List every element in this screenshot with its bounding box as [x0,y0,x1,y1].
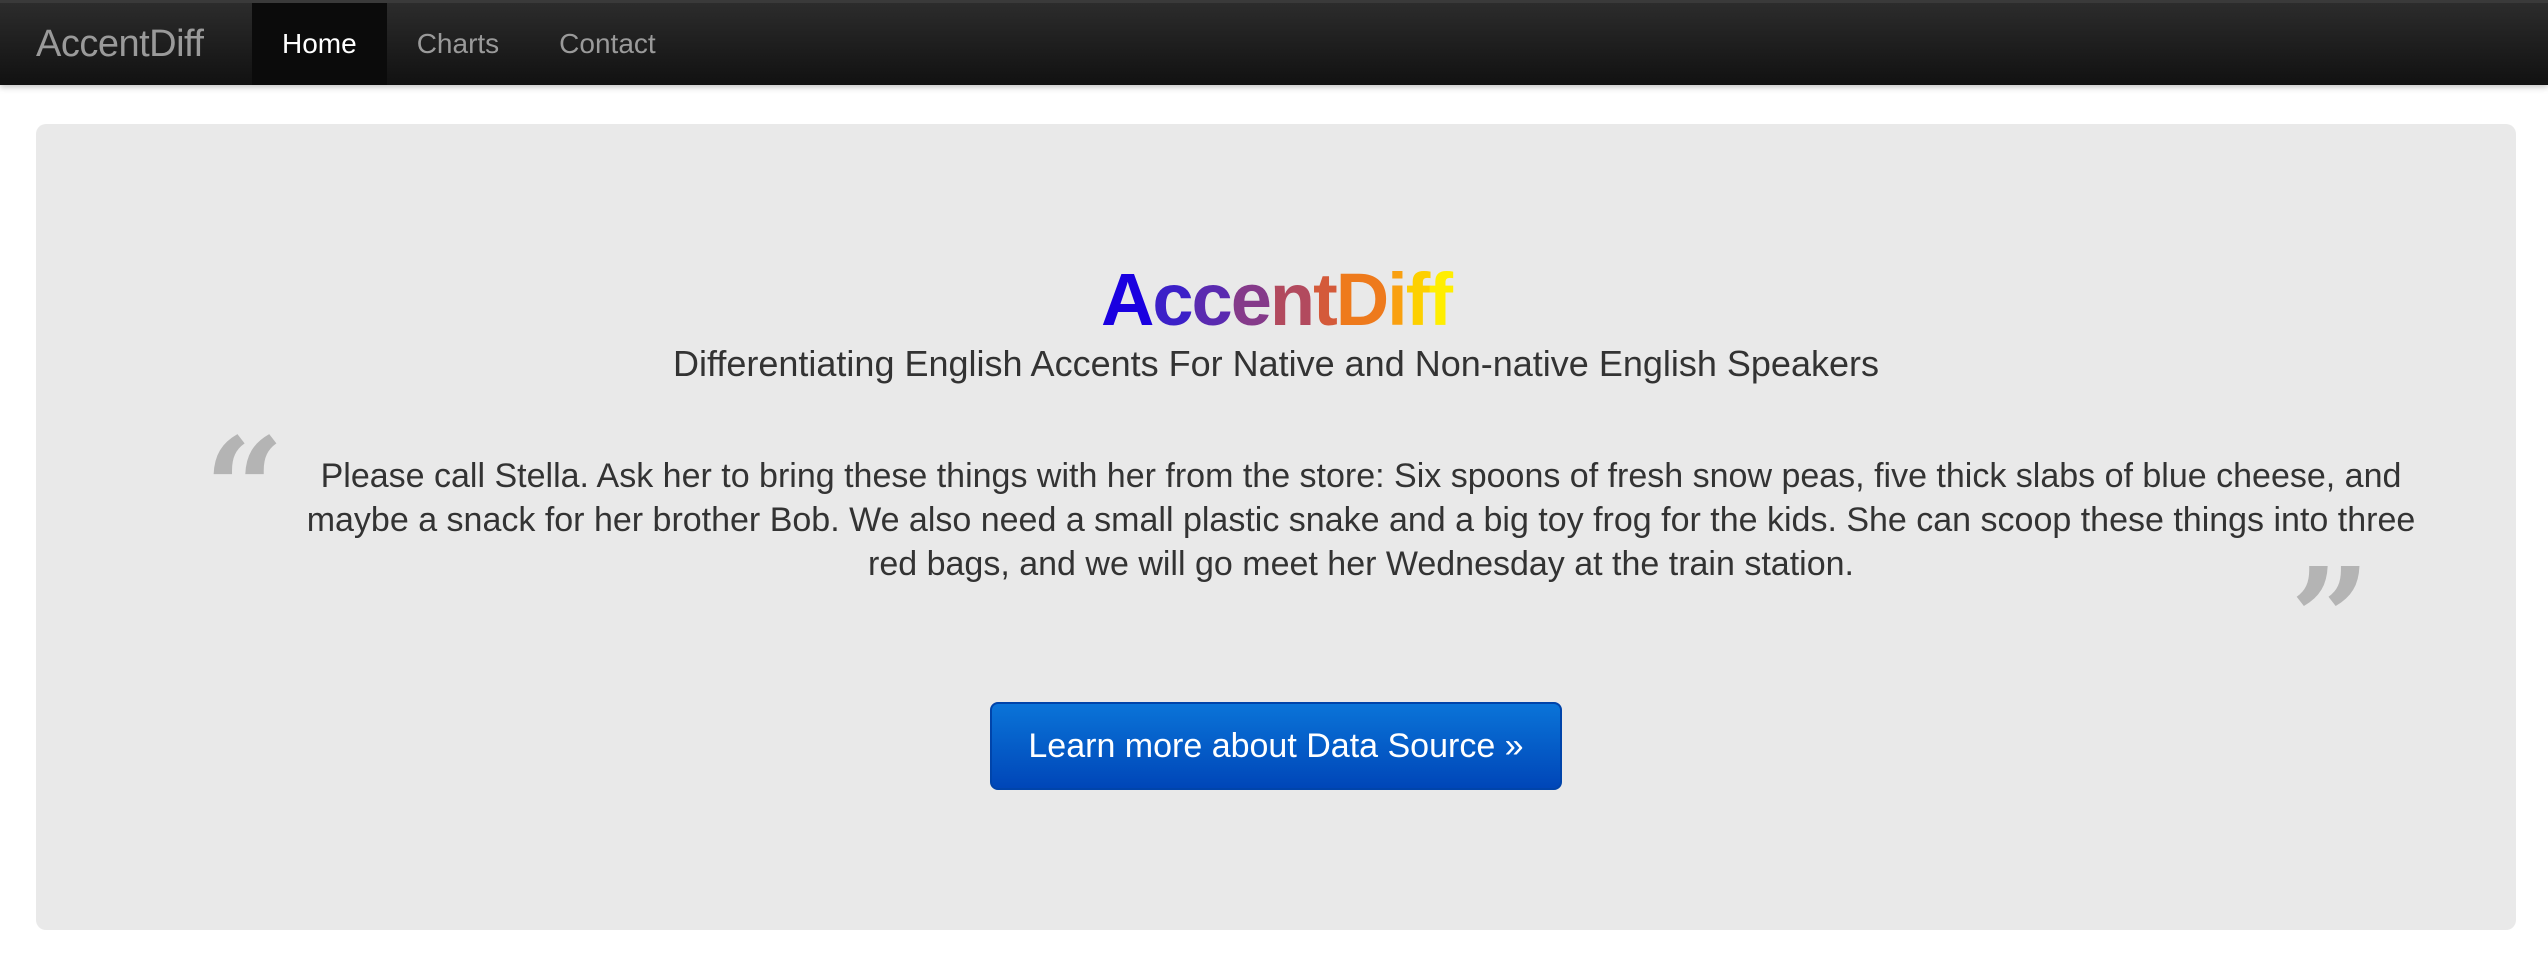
logo-letter: D [1335,258,1389,341]
brand-link[interactable]: AccentDiff [36,3,204,85]
logo-letter: e [1230,258,1272,341]
sample-quote-text: Please call Stella. Ask her to bring the… [306,457,2416,583]
learn-more-button[interactable]: Learn more about Data Source » [990,702,1562,790]
close-quote-icon: ” [2290,538,2371,702]
logo-letter: f [1405,258,1431,341]
open-quote-icon: “ [204,408,285,572]
logo-letter: i [1387,258,1408,341]
logo-letter: A [1100,258,1154,341]
nav-menu: Home Charts Contact [252,3,686,85]
nav-item-charts[interactable]: Charts [387,3,529,85]
nav-item-home[interactable]: Home [252,3,387,85]
top-navbar: AccentDiff Home Charts Contact [0,0,2548,85]
page-subtitle: Differentiating English Accents For Nati… [673,343,1879,384]
logo-letter: f [1428,258,1453,341]
logo-letter: n [1269,258,1315,341]
nav-item-contact[interactable]: Contact [529,3,686,85]
hero-unit: AccentDiff Differentiating English Accen… [36,124,2516,930]
logo-letter: c [1152,258,1193,341]
accentdiff-logo: AccentDiff [36,258,2516,342]
logo-letter: t [1313,258,1338,341]
logo-letter: c [1191,258,1233,341]
